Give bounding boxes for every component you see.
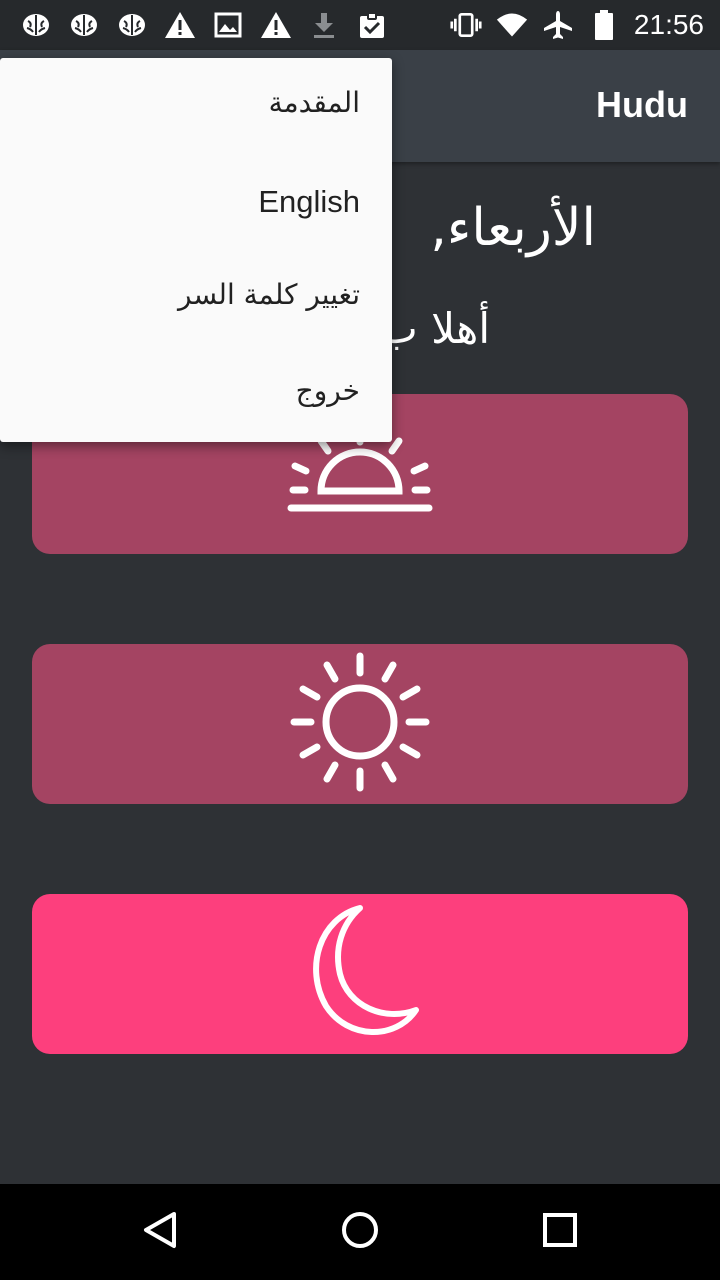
wifi-icon [496,9,528,41]
menu-item-intro[interactable]: المقدمة [269,86,360,119]
back-icon [140,1210,180,1254]
notification-icons [20,8,388,42]
battery-icon [588,9,620,41]
download-icon [308,9,340,41]
airplane-icon [542,9,574,41]
menu-item-change-password[interactable]: تغيير كلمة السر [178,278,360,311]
brain-icon [68,9,100,41]
warning-icon [260,9,292,41]
date-greeting: الأربعاء, [430,198,596,258]
system-icons: 21:56 [450,8,704,42]
warning-icon [164,9,196,41]
home-button[interactable] [338,1210,382,1254]
clipboard-check-icon [356,9,388,41]
brain-icon [20,9,52,41]
night-card[interactable] [32,894,688,1054]
recents-button[interactable] [538,1210,582,1254]
menu-item-english[interactable]: English [258,184,360,220]
back-button[interactable] [138,1210,182,1254]
navigation-bar [0,1184,720,1280]
image-icon [212,9,244,41]
menu-item-logout[interactable]: خروج [296,374,360,407]
brain-icon [116,9,148,41]
vibrate-icon [450,9,482,41]
home-icon [340,1210,380,1254]
sun-icon [285,647,435,801]
moon-icon [290,902,430,1046]
day-card[interactable] [32,644,688,804]
status-time: 21:56 [633,9,704,40]
status-bar: 21:56 [0,0,720,50]
app-title: Hudu [596,84,688,125]
recents-icon [540,1210,580,1254]
overflow-menu: المقدمة English تغيير كلمة السر خروج [0,58,392,442]
welcome-text: أهلا ب [378,304,490,353]
